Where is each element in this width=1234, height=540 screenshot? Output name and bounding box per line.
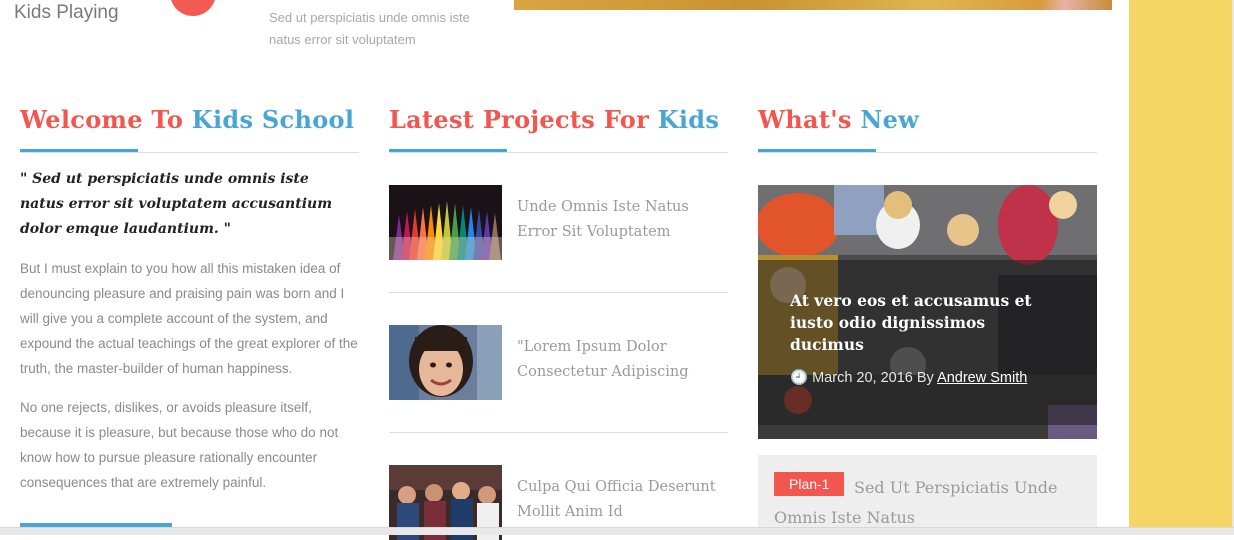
- colored-pencils-image: [389, 185, 502, 260]
- news-card-date: March 20, 2016: [812, 370, 913, 386]
- welcome-paragraph-2: No one rejects, dislikes, or avoids plea…: [20, 400, 339, 490]
- news-title-part1: What's: [758, 105, 852, 134]
- welcome-title: Welcome To Kids School: [20, 105, 354, 134]
- top-snippet-text: Sed ut perspiciatis unde omnis iste natu…: [269, 10, 470, 47]
- news-title-accent: [758, 149, 876, 152]
- welcome-paragraph-1: But I must explain to you how all this m…: [20, 261, 358, 376]
- plan-card[interactable]: Sed Ut Perspiciatis Unde Omnis Iste Natu…: [758, 455, 1097, 534]
- welcome-title-accent: [20, 149, 138, 152]
- project-separator: [389, 292, 728, 293]
- projects-title: Latest Projects For Kids: [389, 105, 719, 134]
- welcome-quote: " Sed ut perspiciatis unde omnis iste na…: [20, 171, 333, 237]
- news-title: What's New: [758, 105, 919, 134]
- news-card-meta: 🕘 March 20, 2016 By Andrew Smith: [790, 369, 1027, 386]
- welcome-title-divider: [20, 152, 359, 153]
- side-yellow-panel: [1129, 0, 1234, 534]
- project-separator: [389, 432, 728, 433]
- projects-title-part1: Latest Projects For: [389, 105, 650, 134]
- news-title-part2: New: [860, 105, 920, 134]
- project-1-link[interactable]: Unde Omnis Iste Natus Error Sit Voluptat…: [517, 195, 727, 245]
- smiling-girl-image: [389, 325, 502, 400]
- plan-badge: Plan-1: [774, 472, 845, 496]
- red-circle-icon: [170, 0, 216, 16]
- projects-title-accent: [389, 149, 507, 152]
- news-card-by: By: [916, 370, 934, 386]
- news-card-title[interactable]: At vero eos et accusamus et iusto odio d…: [790, 290, 1060, 356]
- smiling-girl-thumbnail[interactable]: [389, 325, 502, 400]
- news-title-divider: [758, 152, 1097, 153]
- projects-title-part2: Kids: [657, 105, 720, 134]
- colored-pencils-thumbnail[interactable]: [389, 185, 502, 260]
- project-2-link[interactable]: "Lorem Ipsum Dolor Consectetur Adipiscin…: [517, 335, 727, 385]
- kids-playing-label: Kids Playing: [14, 2, 119, 23]
- news-card-author-link[interactable]: Andrew Smith: [937, 370, 1027, 386]
- welcome-title-part1: Welcome To: [20, 105, 184, 134]
- clock-icon: 🕘: [790, 370, 809, 386]
- projects-title-divider: [389, 152, 728, 153]
- news-card[interactable]: At vero eos et accusamus et iusto odio d…: [758, 185, 1097, 439]
- banner-image: [514, 0, 1112, 10]
- project-3-link[interactable]: Culpa Qui Officia Deserunt Mollit Anim I…: [517, 475, 727, 525]
- welcome-title-part2: Kids School: [191, 105, 355, 134]
